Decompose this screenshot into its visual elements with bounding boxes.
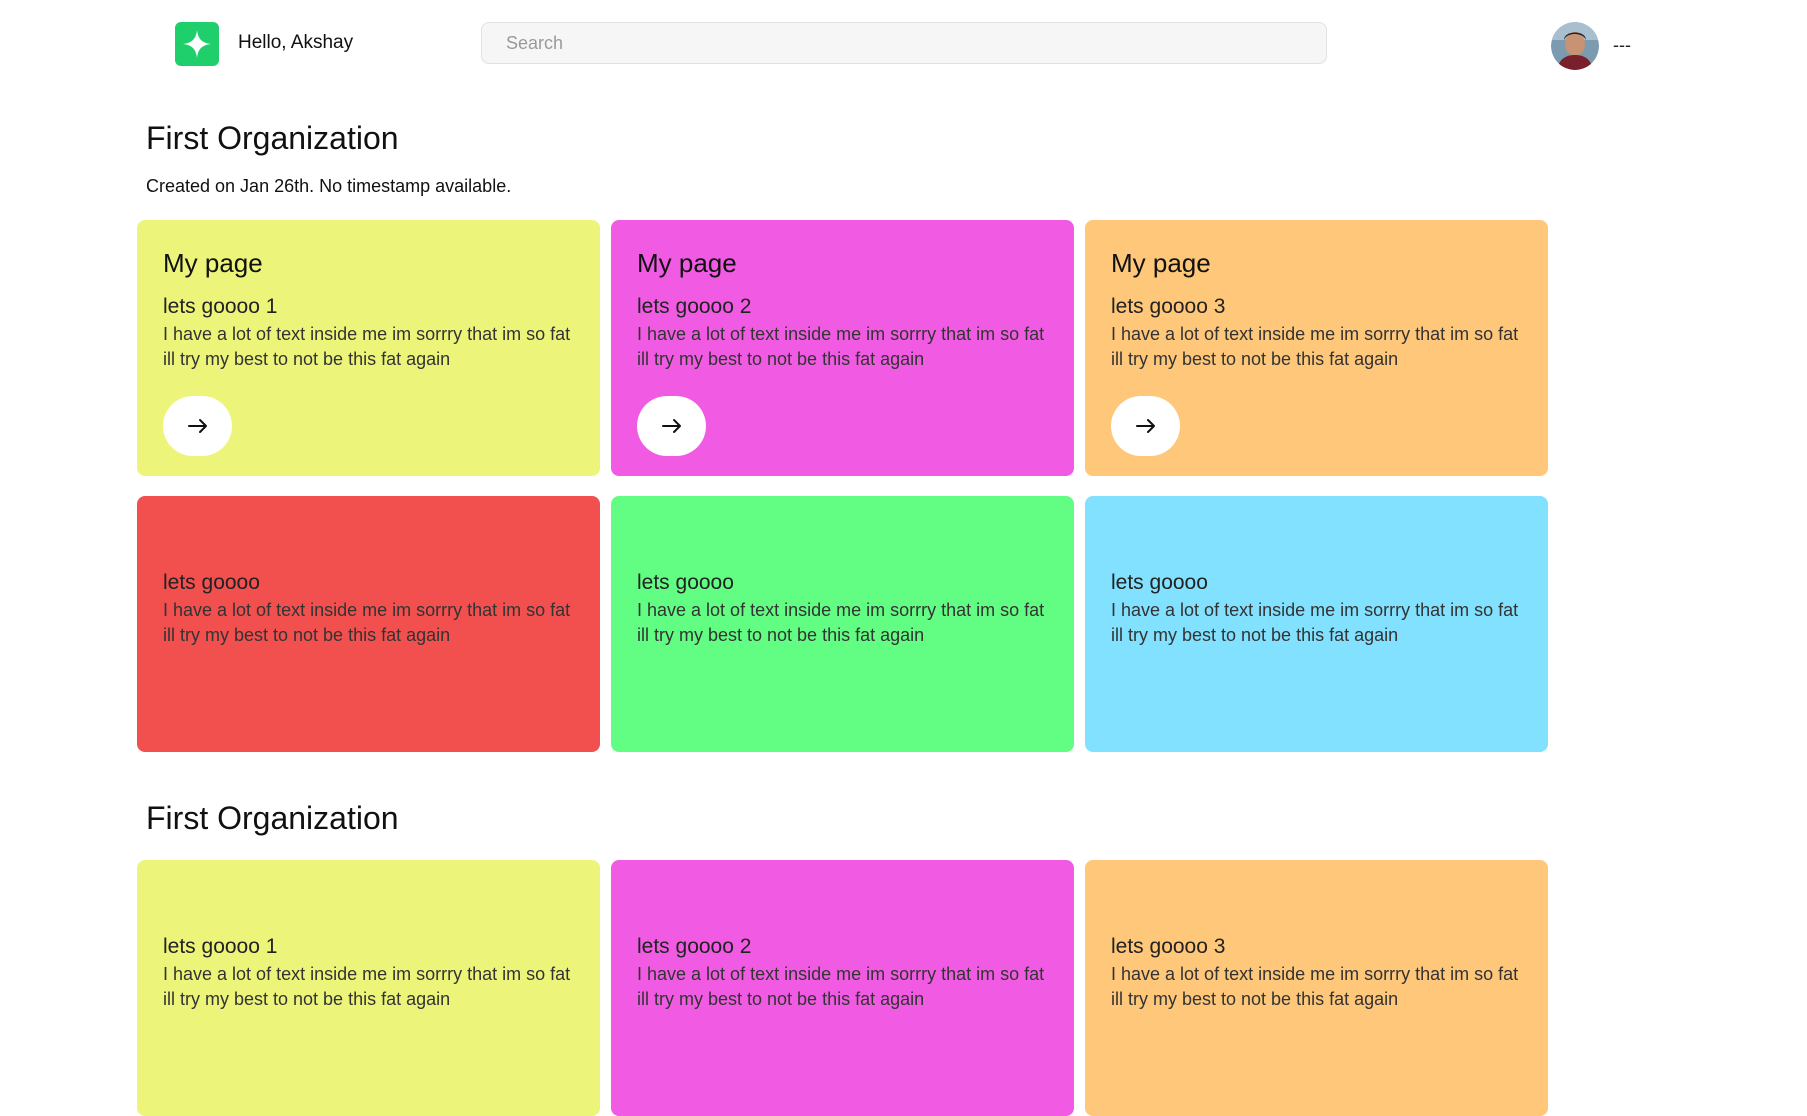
app-logo[interactable] [175, 22, 219, 66]
card-subtitle: lets goooo 3 [1111, 295, 1226, 318]
card-body: I have a lot of text inside me im sorrry… [637, 600, 1045, 645]
page-card[interactable]: lets goooo 3 I have a lot of text inside… [1085, 860, 1548, 1116]
card-body: I have a lot of text inside me im sorrry… [637, 964, 1045, 1009]
card-title: My page [637, 248, 737, 278]
card-body: I have a lot of text inside me im sorrry… [637, 324, 1045, 369]
section-title: First Organization [146, 120, 399, 156]
open-page-button[interactable] [637, 396, 706, 456]
card-subtitle: lets goooo [1111, 571, 1208, 594]
arrow-right-icon [661, 419, 681, 433]
section-title: First Organization [146, 800, 399, 836]
card-title: My page [163, 248, 263, 278]
page-card[interactable]: My page lets goooo 2 I have a lot of tex… [611, 220, 1074, 476]
card-body: I have a lot of text inside me im sorrry… [163, 964, 571, 1009]
search-input[interactable] [481, 22, 1327, 64]
card-subtitle: lets goooo 2 [637, 935, 752, 958]
page-card[interactable]: My page lets goooo 3 I have a lot of tex… [1085, 220, 1548, 476]
card-body: I have a lot of text inside me im sorrry… [1111, 964, 1519, 1009]
card-subtitle: lets goooo 1 [163, 935, 278, 958]
card-subtitle: lets goooo 3 [1111, 935, 1226, 958]
user-menu-label[interactable]: --- [1613, 35, 1631, 56]
arrow-right-icon [1135, 419, 1155, 433]
section-subtitle: Created on Jan 26th. No timestamp availa… [146, 176, 512, 196]
card-grid: My page lets goooo 1 I have a lot of tex… [137, 220, 1548, 752]
card-body: I have a lot of text inside me im sorrry… [1111, 324, 1519, 369]
page-card[interactable]: lets goooo I have a lot of text inside m… [1085, 496, 1548, 752]
card-title: My page [1111, 248, 1211, 278]
open-page-button[interactable] [163, 396, 232, 456]
card-grid: lets goooo 1 I have a lot of text inside… [137, 860, 1548, 1116]
card-body: I have a lot of text inside me im sorrry… [163, 600, 571, 645]
page-card[interactable]: My page lets goooo 1 I have a lot of tex… [137, 220, 600, 476]
page-card[interactable]: lets goooo I have a lot of text inside m… [137, 496, 600, 752]
arrow-right-icon [187, 419, 207, 433]
card-subtitle: lets goooo 1 [163, 295, 278, 318]
card-subtitle: lets goooo 2 [637, 295, 752, 318]
greeting-text: Hello, Akshay [238, 32, 354, 53]
user-avatar-image [1551, 22, 1599, 70]
open-page-button[interactable] [1111, 396, 1180, 456]
page-card[interactable]: lets goooo 1 I have a lot of text inside… [137, 860, 600, 1116]
card-subtitle: lets goooo [163, 571, 260, 594]
card-subtitle: lets goooo [637, 571, 734, 594]
card-body: I have a lot of text inside me im sorrry… [1111, 600, 1519, 645]
card-body: I have a lot of text inside me im sorrry… [163, 324, 571, 369]
page-card[interactable]: lets goooo 2 I have a lot of text inside… [611, 860, 1074, 1116]
sparkle-icon [183, 30, 211, 58]
top-bar: Hello, Akshay --- [0, 0, 1807, 90]
page-card[interactable]: lets goooo I have a lot of text inside m… [611, 496, 1074, 752]
avatar[interactable] [1551, 22, 1599, 70]
